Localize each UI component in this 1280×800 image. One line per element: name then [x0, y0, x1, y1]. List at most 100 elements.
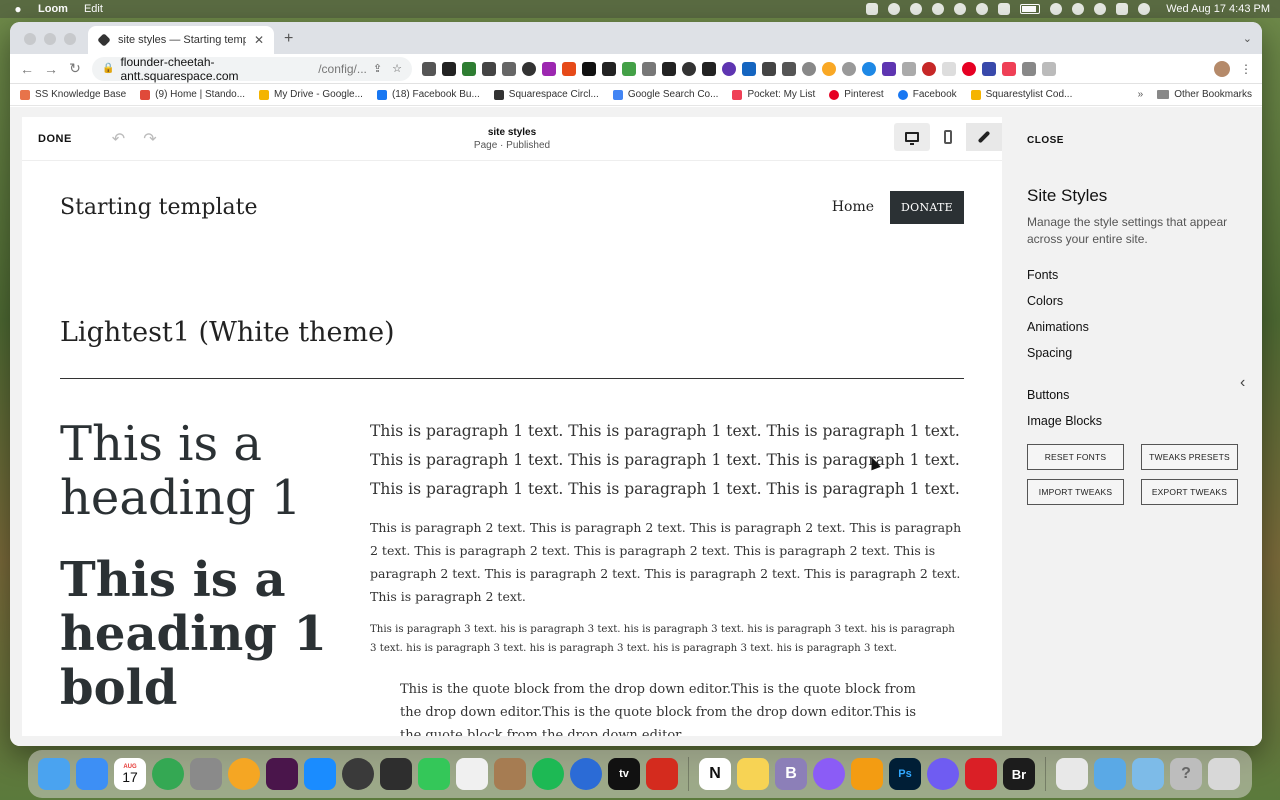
extension-icon[interactable] — [482, 61, 496, 76]
zoom-window-button[interactable] — [64, 33, 76, 45]
user-icon[interactable] — [1072, 3, 1085, 15]
bookmark-item[interactable]: Google Search Co... — [612, 89, 718, 100]
control-center-icon[interactable] — [1116, 3, 1129, 15]
lock-icon[interactable]: 🔒 — [102, 63, 114, 74]
bookmark-item[interactable]: (18) Facebook Bu... — [376, 89, 480, 100]
pocket-icon[interactable] — [1002, 61, 1016, 76]
app-store-app-icon[interactable] — [304, 758, 336, 790]
mobile-view-button[interactable] — [930, 123, 966, 151]
reset-fonts-button[interactable]: RESET FONTS — [1027, 444, 1124, 470]
extension-icon[interactable] — [502, 61, 516, 76]
messages-app-icon[interactable] — [418, 758, 450, 790]
close-tab-icon[interactable]: ✕ — [254, 33, 264, 47]
extension-icon[interactable] — [442, 61, 456, 76]
import-tweaks-button[interactable]: IMPORT TWEAKS — [1027, 479, 1124, 505]
extension-icon[interactable] — [742, 61, 756, 76]
extension-icon[interactable] — [662, 61, 676, 76]
bookmark-item[interactable]: Facebook — [897, 89, 957, 100]
bookmark-item[interactable]: Squarestylist Cod... — [970, 89, 1072, 100]
launchpad-app-icon[interactable] — [190, 758, 222, 790]
spacing-link[interactable]: Spacing — [1027, 346, 1249, 372]
status-icon[interactable] — [910, 3, 923, 15]
extension-icon[interactable] — [602, 61, 616, 76]
help-app-icon[interactable]: ? — [1170, 758, 1202, 790]
browser-tab[interactable]: site styles — Starting template ✕ — [88, 26, 274, 54]
wifi-icon[interactable] — [1050, 3, 1063, 15]
extension-icon[interactable] — [822, 61, 836, 76]
calendar-app-icon[interactable]: AUG 17 — [114, 758, 146, 790]
extension-icon[interactable] — [722, 61, 736, 76]
status-icon[interactable] — [954, 3, 967, 15]
extension-icon[interactable] — [982, 61, 996, 76]
extension-icon[interactable] — [902, 61, 916, 76]
forward-icon[interactable]: → — [44, 61, 58, 77]
other-bookmarks[interactable]: Other Bookmarks — [1157, 89, 1252, 100]
pinterest-icon[interactable] — [962, 61, 976, 76]
reload-icon[interactable]: ↻ — [68, 60, 82, 77]
extension-icon[interactable] — [562, 61, 576, 76]
tab-search-icon[interactable]: ⌄ — [1243, 32, 1252, 45]
desktop-view-button[interactable] — [894, 123, 930, 151]
extension-icon[interactable] — [462, 61, 476, 76]
extensions-puzzle-icon[interactable] — [1022, 61, 1036, 76]
trash-icon[interactable] — [1208, 758, 1240, 790]
tweaks-presets-button[interactable]: TWEAKS PRESETS — [1141, 444, 1238, 470]
extension-icon[interactable] — [882, 61, 896, 76]
close-panel-button[interactable]: CLOSE — [1027, 135, 1249, 146]
extension-icon[interactable] — [842, 61, 856, 76]
bookmark-star-icon[interactable]: ☆ — [392, 62, 402, 75]
mail-app-icon[interactable] — [76, 758, 108, 790]
address-bar[interactable]: 🔒 flounder-cheetah-antt.squarespace.com /… — [92, 55, 412, 83]
more-menu-icon[interactable]: ⋮ — [1240, 62, 1252, 76]
fonts-link[interactable]: Fonts — [1027, 268, 1249, 294]
animations-link[interactable]: Animations — [1027, 320, 1249, 346]
image-blocks-link[interactable]: Image Blocks — [1027, 414, 1249, 440]
more-bookmarks-button[interactable]: » — [1138, 89, 1144, 100]
status-icon[interactable] — [888, 3, 901, 15]
documents-folder-icon[interactable] — [1132, 758, 1164, 790]
back-icon[interactable]: ← — [20, 61, 34, 77]
finder-app-icon[interactable] — [38, 758, 70, 790]
bookmark-item[interactable]: My Drive - Google... — [259, 89, 363, 100]
status-icon[interactable] — [866, 3, 879, 15]
sidebar-icon[interactable] — [1042, 61, 1056, 76]
pages-app-icon[interactable] — [851, 758, 883, 790]
buttons-link[interactable]: Buttons — [1027, 388, 1249, 414]
extension-icon[interactable] — [682, 61, 696, 76]
extension-icon[interactable] — [762, 61, 776, 76]
status-icon[interactable] — [932, 3, 945, 15]
close-window-button[interactable] — [24, 33, 36, 45]
site-styles-button[interactable] — [966, 123, 1002, 151]
colors-link[interactable]: Colors — [1027, 294, 1249, 320]
chrome-app-icon[interactable] — [152, 758, 184, 790]
bridge-app-icon[interactable]: Br — [1003, 758, 1035, 790]
extension-icon[interactable] — [922, 61, 936, 76]
spotify-app-icon[interactable] — [532, 758, 564, 790]
apple-menu-icon[interactable]: ● — [10, 2, 26, 16]
battery-icon[interactable] — [1020, 4, 1041, 14]
applications-folder-icon[interactable] — [1094, 758, 1126, 790]
bookmark-item[interactable]: (9) Home | Stando... — [140, 89, 245, 100]
loom-app-icon[interactable] — [342, 758, 374, 790]
extension-icon[interactable] — [642, 61, 656, 76]
notes-app-icon[interactable] — [737, 758, 769, 790]
moon-icon[interactable] — [976, 3, 989, 15]
share-icon[interactable]: ⇪ — [373, 62, 382, 75]
bluetooth-icon[interactable] — [998, 3, 1011, 15]
extension-icon[interactable] — [522, 61, 536, 76]
profile-avatar[interactable] — [1214, 60, 1230, 77]
1password-app-icon[interactable] — [570, 758, 602, 790]
acrobat-app-icon[interactable] — [646, 758, 678, 790]
settings-app-icon[interactable] — [927, 758, 959, 790]
extension-icon[interactable] — [582, 61, 596, 76]
chevron-left-icon[interactable]: ‹ — [1240, 374, 1245, 392]
extension-icon[interactable] — [802, 61, 816, 76]
photoshop-app-icon[interactable]: Ps — [889, 758, 921, 790]
nav-link-home[interactable]: Home — [832, 199, 874, 215]
donate-button[interactable]: DONATE — [890, 190, 964, 224]
extension-icon[interactable] — [702, 61, 716, 76]
slack-app-icon[interactable] — [266, 758, 298, 790]
edit-menu[interactable]: Edit — [84, 3, 103, 15]
extension-icon[interactable] — [782, 61, 796, 76]
extension-icon[interactable] — [542, 61, 556, 76]
